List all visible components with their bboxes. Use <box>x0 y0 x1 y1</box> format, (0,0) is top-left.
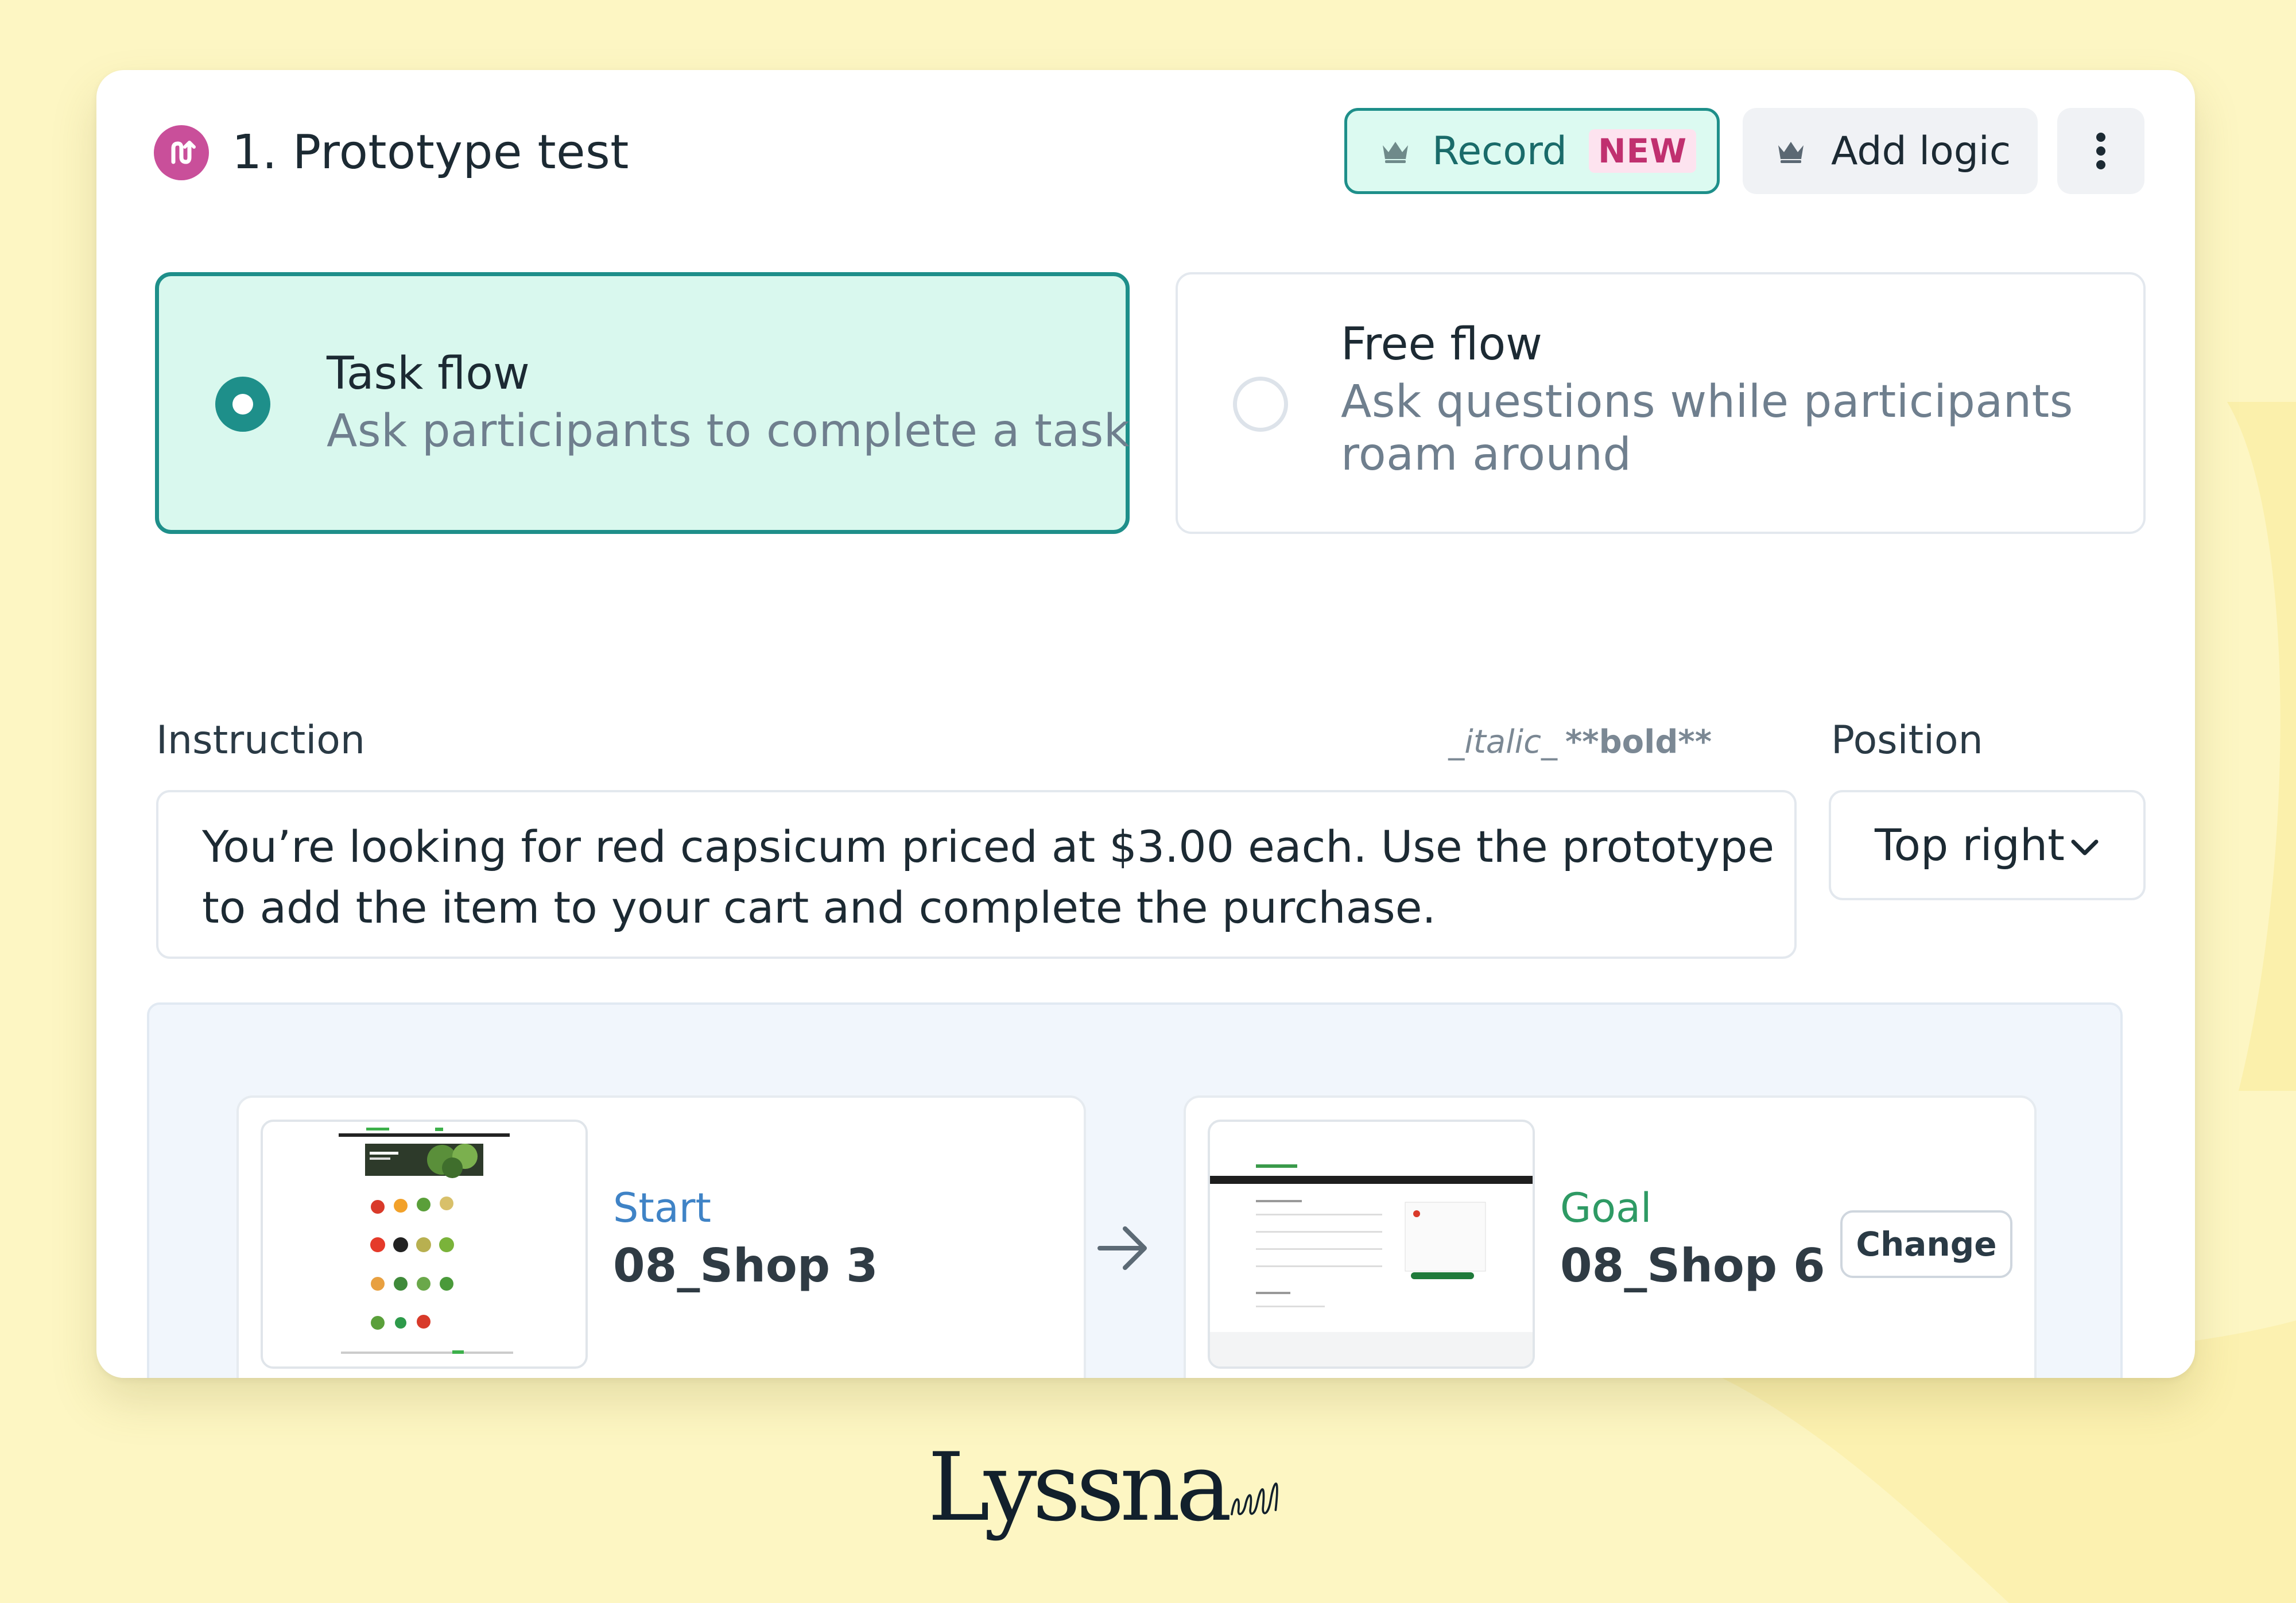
kebab-menu-icon <box>2096 133 2105 169</box>
start-screen-card[interactable]: Start 08_Shop 3 <box>236 1095 1086 1378</box>
free-flow-radio[interactable] <box>1233 377 1288 432</box>
change-goal-button[interactable]: Change <box>1840 1210 2012 1278</box>
goal-screen-name: 08_Shop 6 <box>1560 1239 1825 1292</box>
free-flow-option[interactable]: Free flow Ask questions while participan… <box>1176 272 2146 534</box>
more-options-button[interactable] <box>2057 108 2144 194</box>
brand-squiggle-mark <box>1231 1482 1279 1516</box>
prototype-test-icon <box>154 125 209 180</box>
arrow-right-icon <box>1097 1226 1147 1270</box>
section-title: 1. Prototype test <box>232 125 629 180</box>
task-flow-title: Task flow <box>327 348 530 400</box>
position-select[interactable]: Top right <box>1829 790 2146 900</box>
prototype-test-card: 1. Prototype test Record NEW Add logic T… <box>96 70 2195 1378</box>
record-button[interactable]: Record NEW <box>1344 108 1720 194</box>
instruction-textarea[interactable]: You’re looking for red capsicum priced a… <box>156 790 1797 959</box>
add-logic-button[interactable]: Add logic <box>1743 108 2038 194</box>
instruction-label: Instruction <box>156 718 365 763</box>
free-flow-description: Ask questions while participants roam ar… <box>1341 376 2073 481</box>
brand-wordmark: Lyssna <box>928 1432 1232 1542</box>
crown-icon <box>1383 142 1408 163</box>
goal-screen-thumbnail <box>1208 1120 1535 1369</box>
new-badge: NEW <box>1588 129 1697 173</box>
start-label: Start <box>613 1184 712 1232</box>
position-select-value: Top right <box>1875 819 2065 870</box>
chevron-down-icon <box>2071 839 2099 855</box>
task-flow-description: Ask participants to complete a task <box>327 405 1130 457</box>
markdown-hint: _italic_ **bold** <box>1433 717 1712 768</box>
lyssna-logo: Lyssna <box>928 1427 1283 1536</box>
markdown-hint-italic: _italic_ <box>1448 723 1558 761</box>
record-label: Record <box>1432 128 1567 174</box>
start-screen-thumbnail <box>261 1120 588 1369</box>
add-logic-label: Add logic <box>1831 128 2011 174</box>
markdown-hint-bold: **bold** <box>1565 723 1712 761</box>
crown-icon <box>1778 142 1804 163</box>
task-flow-area: Start 08_Shop 3 Goal 08_Shop 6 Change <box>147 1002 2123 1378</box>
position-label: Position <box>1831 718 1983 763</box>
goal-screen-card[interactable]: Goal 08_Shop 6 Change <box>1184 1095 2037 1378</box>
task-flow-option[interactable]: Task flow Ask participants to complete a… <box>155 272 1130 534</box>
start-screen-name: 08_Shop 3 <box>613 1239 878 1292</box>
free-flow-title: Free flow <box>1341 319 1542 370</box>
task-flow-radio[interactable] <box>215 377 270 432</box>
goal-label: Goal <box>1560 1184 1652 1232</box>
